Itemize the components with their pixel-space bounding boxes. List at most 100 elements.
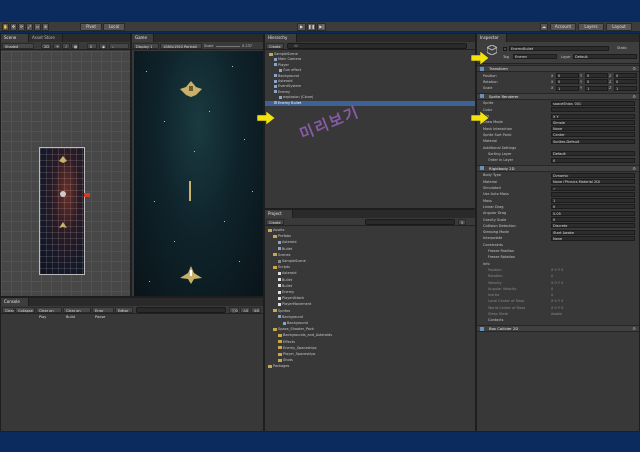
tab-scene[interactable]: Scene — [1, 34, 29, 42]
project-item[interactable]: Background — [265, 321, 475, 326]
project-item[interactable]: Asteroid — [265, 271, 475, 276]
project-item[interactable]: Enemy — [265, 290, 475, 295]
effects-icon[interactable]: ▦ — [71, 43, 79, 49]
hierarchy-item[interactable]: Enemy Bullet — [265, 100, 475, 106]
audio-icon[interactable]: ♪ — [62, 43, 70, 49]
layout-dropdown[interactable]: Layout — [606, 23, 632, 31]
transform-z-field[interactable]: 0 — [614, 73, 637, 78]
transform-x-field[interactable]: 0 — [556, 73, 579, 78]
play-button[interactable]: ▶ — [297, 23, 306, 31]
hierarchy-search-input[interactable]: All — [287, 43, 467, 49]
rigidbody-linear-drag-field[interactable]: 0 — [551, 204, 635, 210]
transform-z-field[interactable]: 0 — [614, 79, 637, 85]
clear-on-build-toggle[interactable]: Clear on Build — [63, 307, 91, 319]
project-item[interactable]: Backgrounds_and_Asteroids — [265, 333, 475, 338]
component-settings-icon[interactable]: ⚙ — [632, 66, 636, 71]
aspect-dropdown[interactable]: 1080x1920 Portrait (1080x1920) — [160, 43, 202, 49]
project-item[interactable]: Player_Spaceships — [265, 352, 475, 357]
project-item[interactable]: Scripts — [265, 265, 475, 270]
sprite-renderer-color-field[interactable] — [551, 107, 635, 113]
pivot-toggle[interactable]: Pivot — [80, 23, 102, 31]
hand-tool-icon[interactable]: ✋ — [2, 23, 9, 31]
rigidbody2d-header[interactable]: Rigidbody 2D — [477, 164, 639, 172]
scene-visibility-icon[interactable]: ◉ — [99, 43, 107, 49]
project-item[interactable]: SampleScene — [265, 259, 475, 264]
rigidbody-interpolate-field[interactable]: None — [551, 235, 635, 241]
component-settings-icon[interactable]: ⚙ — [632, 326, 636, 331]
clear-button[interactable]: Clear — [2, 307, 14, 313]
component-settings-icon[interactable]: ⚙ — [632, 94, 636, 99]
project-item[interactable]: PlayerAttack — [265, 296, 475, 301]
tab-asset-store[interactable]: Asset Store — [29, 34, 63, 42]
project-item[interactable]: Effects — [265, 340, 475, 345]
box-collider2d-header[interactable]: Box Collider 2D — [477, 325, 639, 333]
editor-dropdown[interactable]: Editor — [115, 307, 133, 313]
cloud-icon[interactable]: ☁ — [540, 23, 548, 31]
error-pause-toggle[interactable]: Error Pause — [92, 307, 114, 319]
rigidbody-use-auto-mass-field[interactable] — [551, 191, 635, 197]
hierarchy-item[interactable]: Gun effect — [265, 68, 475, 73]
transform-z-field[interactable]: 1 — [614, 85, 637, 91]
sprite-renderer-flip-field[interactable]: X Y — [551, 113, 635, 119]
rigidbody-simulated-field[interactable]: ✓ — [551, 185, 635, 191]
project-item[interactable]: Bullet — [265, 284, 475, 289]
step-button[interactable]: ▶| — [317, 23, 326, 31]
scene-viewport[interactable] — [1, 51, 130, 296]
rigidbody-collision-detection-field[interactable]: Discrete — [551, 223, 635, 229]
info-count-icon[interactable]: ⓘ0 — [229, 307, 239, 313]
hierarchy-item[interactable]: Main Camera — [265, 57, 475, 62]
rect-tool-icon[interactable]: ▭ — [34, 23, 41, 31]
layer-dropdown[interactable]: Default — [573, 54, 637, 59]
project-item[interactable]: PlayerMovement — [265, 302, 475, 307]
tab-game[interactable]: Game — [132, 34, 154, 42]
console-search-input[interactable] — [136, 307, 226, 313]
sprite-renderer-draw-mode-field[interactable]: Simple — [551, 119, 635, 125]
transform-y-field[interactable]: 0 — [585, 73, 608, 78]
tab-inspector[interactable]: Inspector — [477, 34, 507, 42]
sprite-renderer-sprite-field[interactable]: spaceShips_001 — [551, 100, 635, 106]
rigidbody-gravity-scale-field[interactable]: 0 — [551, 217, 635, 222]
sorting-0-field[interactable]: Default — [551, 151, 635, 157]
project-item[interactable]: Bullet — [265, 278, 475, 283]
clear-on-play-toggle[interactable]: Clear on Play — [36, 307, 62, 319]
hierarchy-item[interactable]: Player — [265, 63, 475, 68]
account-dropdown[interactable]: Account — [550, 23, 576, 31]
display-dropdown[interactable]: Display 1 — [133, 43, 159, 49]
transform-x-field[interactable]: 0 — [556, 79, 579, 85]
scale-tool-icon[interactable]: ⤢ — [26, 23, 33, 31]
project-item[interactable]: Background — [265, 315, 475, 320]
scale-slider[interactable] — [216, 46, 240, 47]
game-viewport[interactable] — [134, 51, 263, 296]
transform-y-field[interactable]: 0 — [585, 79, 608, 85]
sprite-renderer-mask-interaction-field[interactable]: None — [551, 126, 635, 132]
object-name-field[interactable]: EnemyBullet — [509, 46, 609, 51]
tab-project[interactable]: Project — [265, 210, 293, 218]
move-tool-icon[interactable]: ✥ — [10, 23, 17, 31]
rotate-tool-icon[interactable]: ⟳ — [18, 23, 25, 31]
project-item[interactable]: Space_Shooter_Pack — [265, 327, 475, 332]
sorting-1-field[interactable]: 0 — [551, 157, 635, 163]
rigidbody-sleeping-mode-field[interactable]: Start Awake — [551, 229, 635, 235]
gizmos-dropdown[interactable]: 0 — [87, 43, 97, 49]
transform-component-header[interactable]: Transform — [477, 65, 639, 72]
project-item[interactable]: Scenes — [265, 253, 475, 258]
project-search-input[interactable] — [365, 219, 455, 225]
project-item[interactable]: Bullet — [265, 247, 475, 252]
tab-console[interactable]: Console — [1, 298, 29, 306]
component-settings-icon[interactable]: ⚙ — [632, 166, 636, 171]
transform-y-field[interactable]: 1 — [585, 85, 608, 91]
pause-button[interactable]: ❚❚ — [307, 23, 316, 31]
transform-x-field[interactable]: 1 — [556, 85, 579, 91]
scene-search-icon[interactable]: ⌕ — [109, 43, 129, 49]
project-item[interactable]: Prefabs — [265, 234, 475, 239]
project-create-button[interactable]: Create — [266, 219, 284, 225]
static-toggle[interactable]: Static — [617, 46, 627, 50]
active-checkbox[interactable] — [503, 47, 507, 51]
project-item[interactable]: Enemy_Spaceships — [265, 346, 475, 351]
project-item[interactable]: Asteroid — [265, 240, 475, 245]
collapse-toggle[interactable]: Collapse — [15, 307, 35, 313]
rigidbody-mass-field[interactable]: 1 — [551, 198, 635, 204]
hierarchy-item[interactable]: SampleScene — [265, 52, 475, 57]
hierarchy-item[interactable]: Background — [265, 74, 475, 79]
hierarchy-item[interactable]: EventSystem — [265, 84, 475, 89]
